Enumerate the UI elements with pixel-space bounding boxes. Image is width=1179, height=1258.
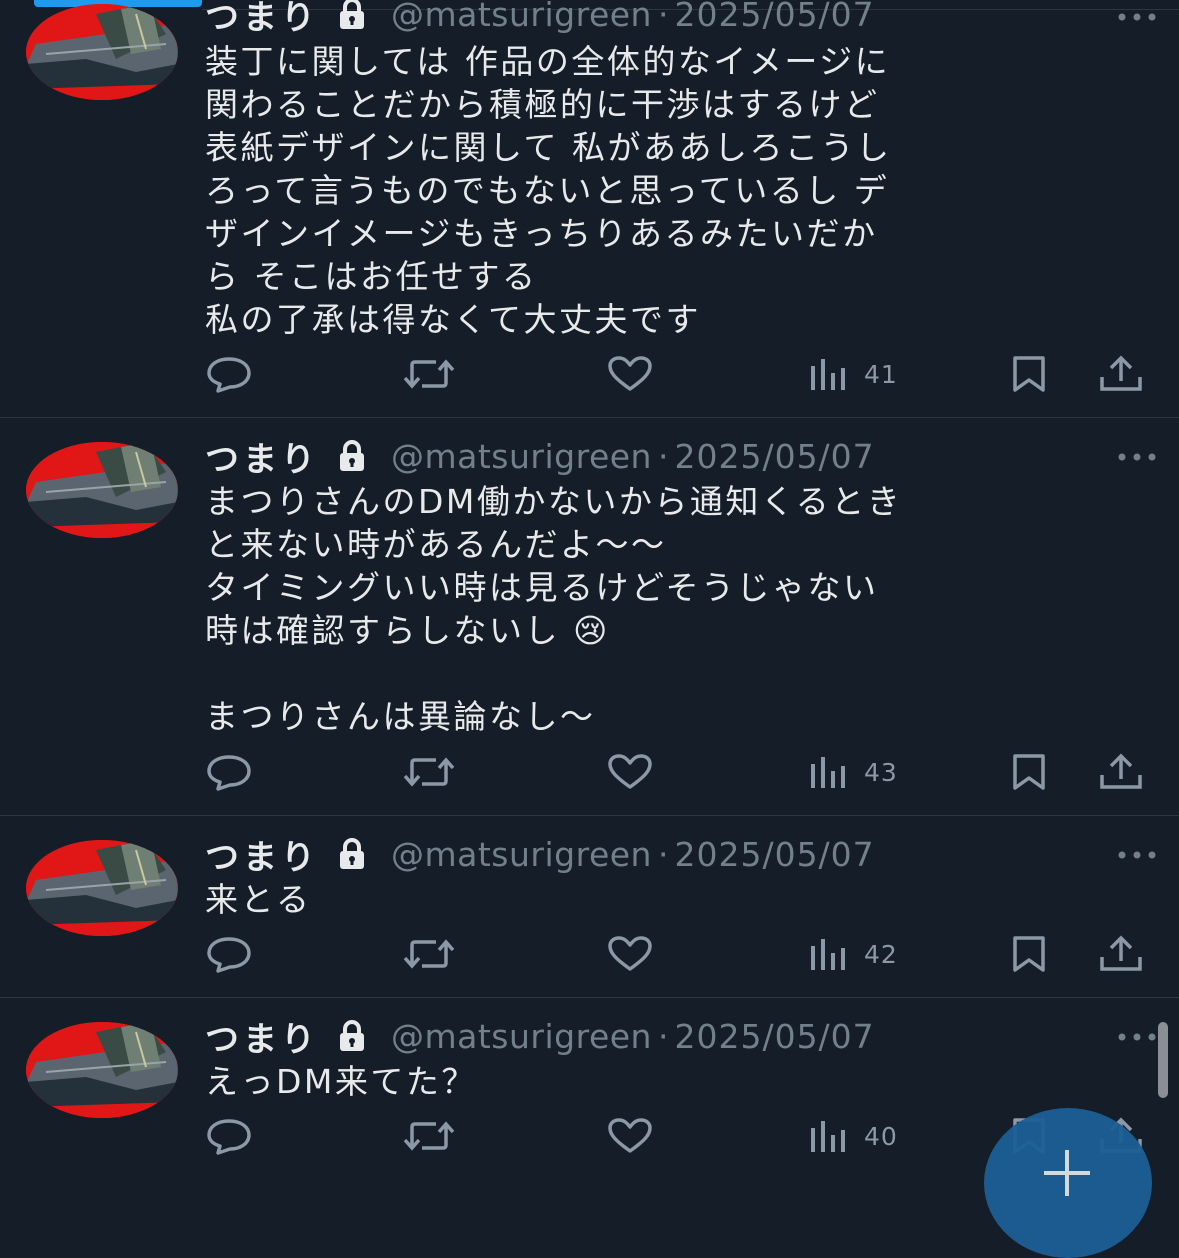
- tweet-actions: 41: [0, 354, 1179, 394]
- like-button[interactable]: [606, 752, 654, 792]
- bookmark-button[interactable]: [1010, 752, 1048, 792]
- bookmark-button[interactable]: [1010, 934, 1048, 974]
- reply-button[interactable]: [206, 1116, 252, 1156]
- reply-button[interactable]: [206, 934, 252, 974]
- separator-dot: ·: [657, 834, 669, 874]
- more-icon[interactable]: [1117, 452, 1157, 462]
- display-name[interactable]: つまり: [205, 1012, 319, 1061]
- reply-icon: [207, 755, 251, 791]
- retweet-icon: [403, 757, 455, 787]
- views-icon: [811, 1121, 845, 1152]
- retweet-button[interactable]: [402, 752, 456, 792]
- heart-icon: [608, 1118, 652, 1153]
- tweet-text: えっDM来てた？: [205, 1062, 477, 1101]
- avatar[interactable]: [26, 1022, 178, 1118]
- plus-icon: [1044, 1150, 1090, 1196]
- tweet[interactable]: つまり @matsurigreen · 2025/05/07 まつりさんのDM働…: [0, 418, 1179, 816]
- tweet-actions: 43: [0, 752, 1179, 792]
- views-count: 42: [864, 939, 898, 969]
- lock-icon: [340, 0, 364, 29]
- views-icon: [811, 939, 845, 970]
- views-button[interactable]: 40: [808, 1116, 898, 1156]
- views-count: 40: [864, 1121, 898, 1151]
- tweet-text: 来とる: [205, 880, 312, 919]
- timestamp[interactable]: 2025/05/07: [674, 1017, 874, 1056]
- share-button[interactable]: [1098, 354, 1144, 394]
- avatar[interactable]: [26, 442, 178, 538]
- timestamp[interactable]: 2025/05/07: [674, 0, 874, 34]
- separator-dot: ·: [657, 436, 669, 476]
- display-name[interactable]: つまり: [205, 432, 319, 481]
- share-button[interactable]: [1098, 934, 1144, 974]
- tweet[interactable]: つまり @matsurigreen · 2025/05/07 来とる 42: [0, 816, 1179, 998]
- more-icon[interactable]: [1117, 12, 1157, 22]
- views-icon: [811, 359, 845, 390]
- more-icon[interactable]: [1117, 1032, 1157, 1042]
- share-icon: [1100, 753, 1142, 789]
- share-icon: [1100, 355, 1142, 391]
- user-handle[interactable]: @matsurigreen: [391, 437, 652, 476]
- heart-icon: [608, 936, 652, 971]
- reply-button[interactable]: [206, 752, 252, 792]
- views-button[interactable]: 41: [808, 354, 898, 394]
- avatar[interactable]: [26, 4, 178, 100]
- views-button[interactable]: 42: [808, 934, 898, 974]
- lock-icon: [340, 838, 364, 869]
- like-button[interactable]: [606, 354, 654, 394]
- bookmark-icon: [1013, 936, 1045, 972]
- bookmark-icon: [1013, 356, 1045, 392]
- retweet-button[interactable]: [402, 354, 456, 394]
- scrollbar-thumb[interactable]: [1158, 1022, 1168, 1098]
- bookmark-button[interactable]: [1010, 354, 1048, 394]
- views-count: 43: [864, 757, 898, 787]
- retweet-icon: [403, 359, 455, 389]
- share-button[interactable]: [1098, 752, 1144, 792]
- timestamp[interactable]: 2025/05/07: [674, 437, 874, 476]
- lock-icon: [340, 440, 364, 471]
- heart-icon: [608, 356, 652, 391]
- tweet-actions: 42: [0, 934, 1179, 974]
- views-icon: [811, 757, 845, 788]
- timestamp[interactable]: 2025/05/07: [674, 835, 874, 874]
- display-name[interactable]: つまり: [205, 830, 319, 879]
- tweet[interactable]: つまり @matsurigreen · 2025/05/07 装丁に関しては 作…: [0, 0, 1179, 418]
- separator-dot: ·: [657, 0, 669, 34]
- reply-icon: [207, 1119, 251, 1155]
- user-handle[interactable]: @matsurigreen: [391, 835, 652, 874]
- share-icon: [1100, 935, 1142, 971]
- like-button[interactable]: [606, 1116, 654, 1156]
- like-button[interactable]: [606, 934, 654, 974]
- heart-icon: [608, 754, 652, 789]
- reply-icon: [207, 937, 251, 973]
- retweet-icon: [403, 939, 455, 969]
- lock-icon: [340, 1020, 364, 1051]
- views-count: 41: [864, 359, 898, 389]
- avatar[interactable]: [26, 840, 178, 936]
- reply-icon: [207, 357, 251, 393]
- tweet-text: まつりさんのDM働かないから通知くるとき と来ない時があるんだよ〜〜 タイミング…: [205, 482, 903, 736]
- display-name[interactable]: つまり: [205, 0, 319, 39]
- retweet-icon: [403, 1121, 455, 1151]
- user-handle[interactable]: @matsurigreen: [391, 0, 652, 34]
- more-icon[interactable]: [1117, 850, 1157, 860]
- bookmark-icon: [1013, 754, 1045, 790]
- tweet-text: 装丁に関しては 作品の全体的なイメージに 関わることだから積極的に干渉はするけど…: [205, 42, 892, 339]
- user-handle[interactable]: @matsurigreen: [391, 1017, 652, 1056]
- reply-button[interactable]: [206, 354, 252, 394]
- views-button[interactable]: 43: [808, 752, 898, 792]
- retweet-button[interactable]: [402, 1116, 456, 1156]
- separator-dot: ·: [657, 1016, 669, 1056]
- retweet-button[interactable]: [402, 934, 456, 974]
